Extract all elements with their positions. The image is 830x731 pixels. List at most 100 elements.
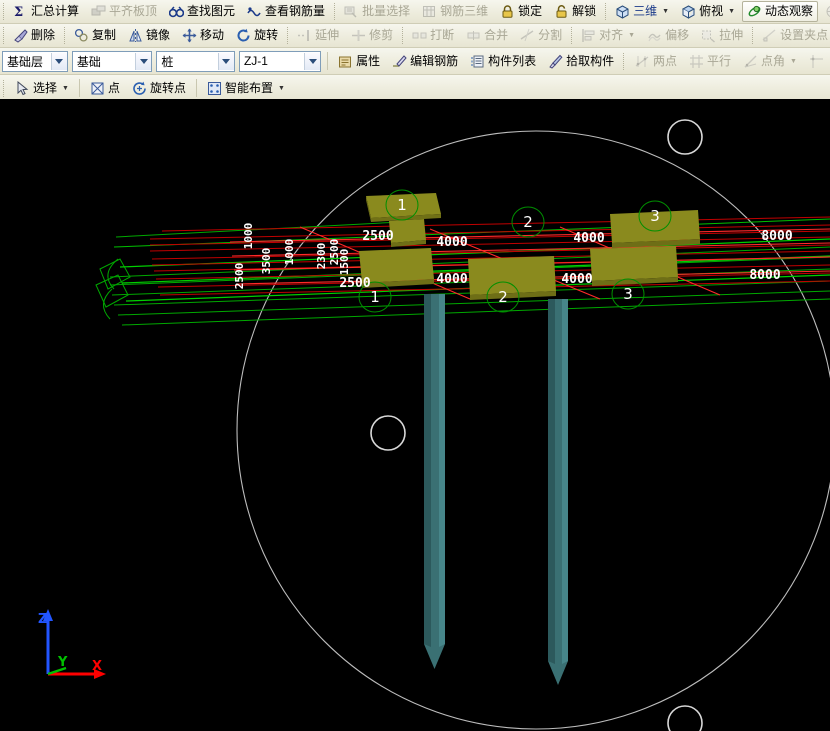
find-element-button[interactable]: 查找图元 <box>164 1 240 22</box>
view-3d-label: 三维 <box>633 5 657 18</box>
component-list-button[interactable]: 构件列表 <box>465 51 541 72</box>
pick-component-button[interactable]: 拾取构件 <box>543 51 619 72</box>
trim-label: 修剪 <box>369 29 393 42</box>
smart-layout-icon <box>207 81 222 96</box>
batch-select-button[interactable]: 批量选择 <box>339 1 415 22</box>
point-angle-icon <box>743 54 758 69</box>
rebar-3d-label: 钢筋三维 <box>440 5 488 18</box>
chevron-down-icon[interactable]: ▼ <box>628 32 635 39</box>
mirror-icon <box>128 28 143 43</box>
chevron-down-icon[interactable]: ▼ <box>728 8 735 15</box>
stretch-button[interactable]: 拉伸 <box>696 25 748 46</box>
floor-selector[interactable]: 基础层 <box>2 51 68 72</box>
parallel-button[interactable]: 平行 <box>684 51 736 72</box>
point-angle-label: 点角 <box>761 55 785 68</box>
point-tool-button[interactable]: 点 <box>85 78 125 99</box>
property-label: 属性 <box>356 55 380 68</box>
chevron-down-icon[interactable]: ▼ <box>62 85 69 92</box>
element-type-selector[interactable]: 桩 <box>156 51 235 72</box>
binoculars-icon <box>169 4 184 19</box>
lock-button[interactable]: 锁定 <box>495 1 547 22</box>
chevron-down-icon[interactable]: ▼ <box>278 85 285 92</box>
break-button[interactable]: 打断 <box>407 25 459 46</box>
chevron-down-icon[interactable] <box>304 53 320 70</box>
copy-button[interactable]: 复制 <box>69 25 121 46</box>
rotate-point-tool-label: 旋转点 <box>150 82 186 95</box>
rotate-point-tool-button[interactable]: 旋转点 <box>127 78 191 99</box>
move-button[interactable]: 移动 <box>177 25 229 46</box>
vertical-dimension-label: 1500 <box>338 249 351 276</box>
pile-element-1[interactable] <box>424 294 445 669</box>
two-point-button[interactable]: 两点 <box>630 51 682 72</box>
model-canvas[interactable]: 1 2 3 1 2 3 4000 4000 4000 4000 8000 800… <box>0 99 830 731</box>
view-3d-button[interactable]: 三维 ▼ <box>610 1 674 22</box>
property-button[interactable]: 属性 <box>333 51 385 72</box>
offset-label: 偏移 <box>665 29 689 42</box>
rebar-3d-button[interactable]: 钢筋三维 <box>417 1 493 22</box>
smart-layout-button[interactable]: 智能布置 ▼ <box>202 78 290 99</box>
slab-align-icon <box>91 4 106 19</box>
category-selector-value: 基础 <box>77 53 135 70</box>
offset-button[interactable]: 偏移 <box>642 25 694 46</box>
component-toolbar: 基础层 基础 桩 ZJ-1 属性 编辑钢筋 构件列表 拾取构件 两点 平行 <box>0 48 830 75</box>
extend-button[interactable]: 延伸 <box>292 25 344 46</box>
pile-element-2[interactable] <box>548 299 568 685</box>
slab-align-button[interactable]: 平齐板顶 <box>86 1 162 22</box>
rebar-3d-icon <box>422 4 437 19</box>
chevron-down-icon[interactable] <box>51 53 67 70</box>
point-angle-button[interactable]: 点角 ▼ <box>738 51 802 72</box>
chevron-down-icon[interactable] <box>218 53 234 70</box>
parallel-icon <box>689 54 704 69</box>
orbit-handle-bottom[interactable] <box>668 706 702 731</box>
two-point-icon <box>635 54 650 69</box>
component-list-label: 构件列表 <box>488 55 536 68</box>
dynamic-orbit-button[interactable]: 动态观察 <box>742 1 818 22</box>
dimension-label: 4000 <box>561 272 592 287</box>
chevron-down-icon[interactable]: ▼ <box>662 8 669 15</box>
delete-icon <box>13 28 28 43</box>
edit-toolbar: 删除 复制 镜像 移动 旋转 延伸 修剪 打断 合并 分割 <box>0 24 830 48</box>
split-button[interactable]: 分割 <box>515 25 567 46</box>
unlock-icon <box>554 4 569 19</box>
split-label: 分割 <box>538 29 562 42</box>
component-name-selector-value: ZJ-1 <box>244 54 304 68</box>
partial-view-button[interactable]: 局部 <box>820 1 830 22</box>
vertical-dimension-label: 2300 <box>315 243 328 270</box>
orbit-handle-left[interactable] <box>371 416 405 450</box>
category-selector[interactable]: 基础 <box>72 51 152 72</box>
edit-rebar-button[interactable]: 编辑钢筋 <box>387 51 463 72</box>
dimension-label: 2500 <box>339 276 370 291</box>
summary-calc-button[interactable]: Σ 汇总计算 <box>8 1 84 22</box>
toolbar-separator <box>327 52 328 70</box>
copy-label: 复制 <box>92 29 116 42</box>
trim-button[interactable]: 修剪 <box>346 25 398 46</box>
pick-component-label: 拾取构件 <box>566 55 614 68</box>
chevron-down-icon[interactable]: ▼ <box>790 58 797 65</box>
view-rebar-amount-button[interactable]: 查看钢筋量 <box>242 1 330 22</box>
cap-1-mid <box>389 219 426 243</box>
chevron-down-icon[interactable] <box>135 53 151 70</box>
vertical-dimension-label: 3500 <box>260 248 273 275</box>
unlock-label: 解锁 <box>572 5 596 18</box>
select-tool-button[interactable]: 选择 ▼ <box>10 78 74 99</box>
topview-icon <box>681 4 696 19</box>
mirror-button[interactable]: 镜像 <box>123 25 175 46</box>
parallel-label: 平行 <box>707 55 731 68</box>
delete-button[interactable]: 删除 <box>8 25 60 46</box>
align-button[interactable]: 对齐 ▼ <box>576 25 640 46</box>
toolbar-separator <box>623 53 626 70</box>
3d-model-viewport[interactable]: 1 2 3 1 2 3 4000 4000 4000 4000 8000 800… <box>0 99 830 731</box>
z-axis-label: Z <box>38 612 47 627</box>
pick-line-button[interactable] <box>804 51 829 72</box>
component-name-selector[interactable]: ZJ-1 <box>239 51 321 72</box>
unlock-button[interactable]: 解锁 <box>549 1 601 22</box>
rotate-icon <box>236 28 251 43</box>
toolbar-separator <box>3 27 4 44</box>
orbit-handle-top[interactable] <box>668 120 702 154</box>
set-grip-point-button[interactable]: 设置夹点 <box>757 25 830 46</box>
merge-button[interactable]: 合并 <box>461 25 513 46</box>
two-point-label: 两点 <box>653 55 677 68</box>
rotate-button[interactable]: 旋转 <box>231 25 283 46</box>
lock-icon <box>500 4 515 19</box>
topview-button[interactable]: 俯视 ▼ <box>676 1 740 22</box>
